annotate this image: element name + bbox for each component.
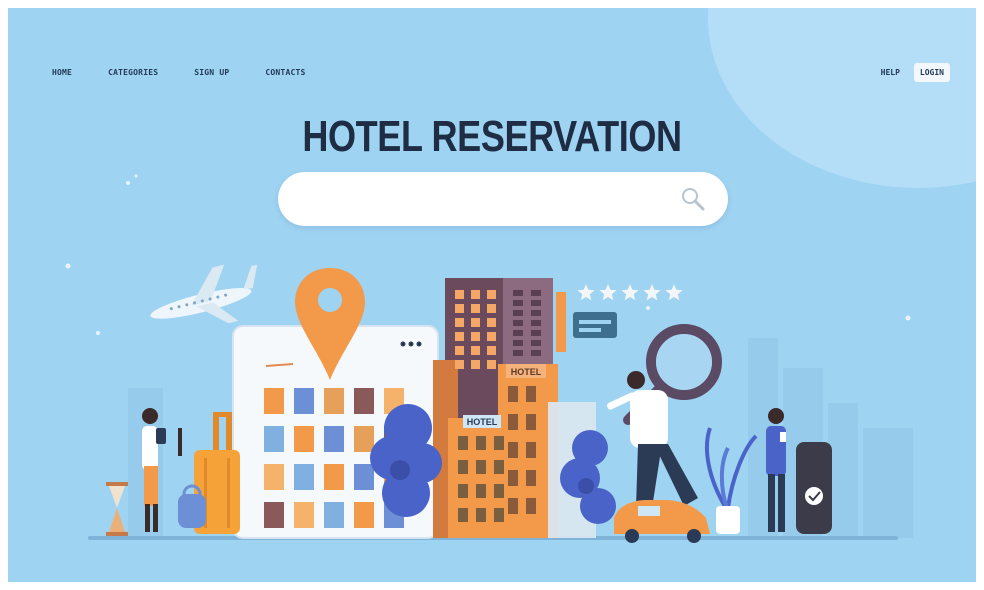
calendar-day-cell bbox=[264, 502, 284, 528]
building-window bbox=[487, 346, 496, 355]
building-window bbox=[531, 310, 541, 316]
hotel-illustration: HOTEL HOTEL bbox=[65, 174, 913, 543]
building-window bbox=[526, 442, 536, 458]
building-window bbox=[458, 460, 468, 474]
building-window bbox=[531, 290, 541, 296]
calendar-day-cell bbox=[264, 388, 284, 414]
building-window bbox=[508, 470, 518, 486]
calendar-day-cell bbox=[354, 502, 374, 528]
calendar-day-cell bbox=[324, 464, 344, 490]
hotel-sign-upper: HOTEL bbox=[511, 367, 542, 377]
building-window bbox=[494, 484, 504, 498]
building-window bbox=[487, 360, 496, 369]
building-window bbox=[508, 498, 518, 514]
building-window bbox=[455, 318, 464, 327]
building-window bbox=[513, 350, 523, 356]
building-window bbox=[494, 436, 504, 450]
calendar-day-cell bbox=[264, 464, 284, 490]
building-window bbox=[531, 320, 541, 326]
smartphone-check-icon bbox=[796, 442, 832, 534]
building-window bbox=[455, 290, 464, 299]
building-window bbox=[455, 332, 464, 341]
calendar-day-cell bbox=[294, 426, 314, 452]
rating-star-icon bbox=[621, 284, 639, 301]
building-window bbox=[476, 460, 486, 474]
building-window bbox=[508, 386, 518, 402]
calendar-day-cell bbox=[324, 502, 344, 528]
building-window bbox=[471, 290, 480, 299]
calendar-day-cell bbox=[354, 426, 374, 452]
calendar-day-cell bbox=[354, 464, 374, 490]
building-window bbox=[526, 498, 536, 514]
rating-star-icon bbox=[577, 284, 595, 301]
building-window bbox=[494, 508, 504, 522]
calendar-day-cell bbox=[354, 388, 374, 414]
building-window bbox=[494, 460, 504, 474]
calendar-day-cell bbox=[294, 502, 314, 528]
building-window bbox=[531, 300, 541, 306]
hero-banner: HOME CATEGORIES SIGN UP CONTACTS HELP LO… bbox=[8, 8, 976, 582]
building-window bbox=[508, 442, 518, 458]
building-window bbox=[476, 508, 486, 522]
hotel-buildings: HOTEL HOTEL bbox=[433, 278, 596, 538]
rating-star-icon bbox=[643, 284, 661, 301]
building-window bbox=[513, 300, 523, 306]
calendar-day-cell bbox=[324, 426, 344, 452]
building-window bbox=[471, 318, 480, 327]
calendar-day-cell bbox=[264, 426, 284, 452]
calendar-day-cell bbox=[294, 388, 314, 414]
building-window bbox=[487, 290, 496, 299]
building-window bbox=[526, 386, 536, 402]
building-window bbox=[471, 332, 480, 341]
building-window bbox=[471, 304, 480, 313]
building-window bbox=[471, 360, 480, 369]
building-window bbox=[513, 330, 523, 336]
building-window bbox=[458, 484, 468, 498]
building-window bbox=[458, 508, 468, 522]
building-window bbox=[526, 470, 536, 486]
building-window bbox=[531, 330, 541, 336]
building-window bbox=[476, 484, 486, 498]
calendar-day-cell bbox=[324, 388, 344, 414]
building-window bbox=[487, 318, 496, 327]
building-window bbox=[455, 304, 464, 313]
review-speech-bubble bbox=[556, 292, 617, 352]
calendar-day-cell bbox=[294, 464, 314, 490]
building-window bbox=[471, 346, 480, 355]
building-window bbox=[476, 436, 486, 450]
building-window bbox=[513, 290, 523, 296]
building-window bbox=[458, 436, 468, 450]
building-window bbox=[508, 414, 518, 430]
hourglass-icon bbox=[106, 482, 128, 536]
rating-star-icon bbox=[665, 284, 683, 301]
building-window bbox=[487, 332, 496, 341]
building-window bbox=[455, 360, 464, 369]
rating-star-icon bbox=[599, 284, 617, 301]
rating-stars bbox=[577, 284, 683, 301]
building-window bbox=[455, 346, 464, 355]
building-window bbox=[513, 320, 523, 326]
hotel-sign-lower: HOTEL bbox=[467, 417, 498, 427]
building-window bbox=[531, 340, 541, 346]
building-window bbox=[531, 350, 541, 356]
building-window bbox=[513, 310, 523, 316]
building-window bbox=[513, 340, 523, 346]
building-window bbox=[487, 304, 496, 313]
building-window bbox=[526, 414, 536, 430]
